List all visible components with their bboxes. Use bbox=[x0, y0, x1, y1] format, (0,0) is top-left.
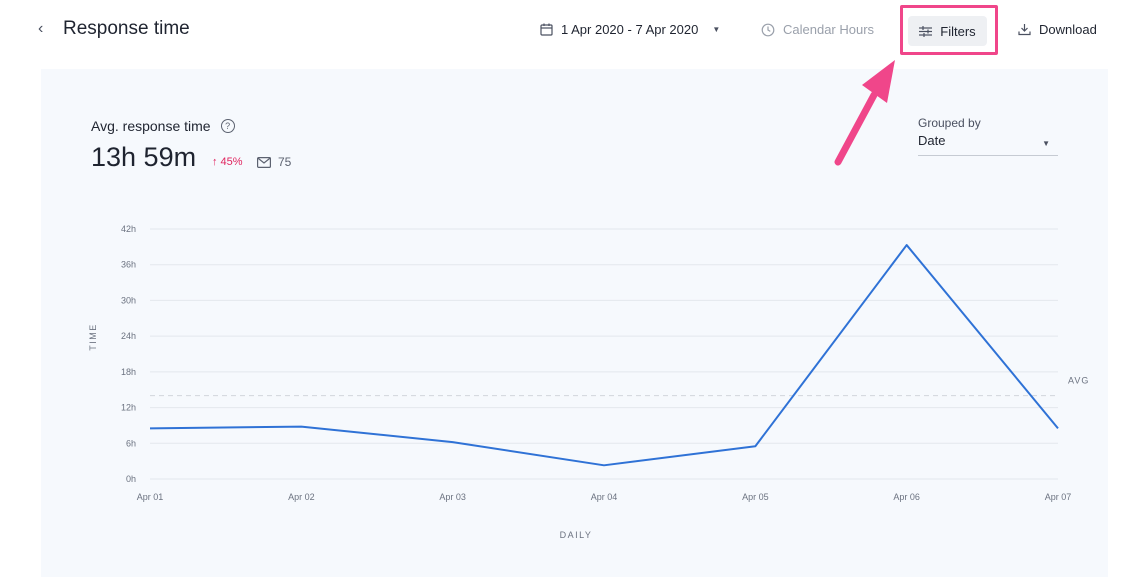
x-tick-label: Apr 04 bbox=[591, 492, 618, 502]
x-tick-label: Apr 06 bbox=[893, 492, 920, 502]
x-tick-label: Apr 07 bbox=[1045, 492, 1072, 502]
x-tick-label: Apr 05 bbox=[742, 492, 769, 502]
x-tick-label: Apr 03 bbox=[439, 492, 466, 502]
x-axis-label: DAILY bbox=[560, 530, 593, 540]
y-tick-label: 12h bbox=[121, 403, 136, 413]
y-tick-label: 36h bbox=[121, 260, 136, 270]
y-tick-label: 30h bbox=[121, 295, 136, 305]
y-tick-label: 6h bbox=[126, 438, 136, 448]
y-tick-label: 18h bbox=[121, 367, 136, 377]
y-tick-label: 24h bbox=[121, 331, 136, 341]
x-tick-label: Apr 02 bbox=[288, 492, 315, 502]
x-tick-label: Apr 01 bbox=[137, 492, 164, 502]
y-tick-label: 0h bbox=[126, 474, 136, 484]
y-axis-label: TIME bbox=[88, 323, 98, 351]
average-label: AVG bbox=[1068, 376, 1089, 386]
series-line bbox=[149, 244, 1059, 467]
response-time-chart: 0h 6h 12h 18h 24h 30h 36h 42h Apr 01 Apr 02 Apr 03… bbox=[88, 224, 1089, 540]
y-tick-label: 42h bbox=[121, 224, 136, 234]
